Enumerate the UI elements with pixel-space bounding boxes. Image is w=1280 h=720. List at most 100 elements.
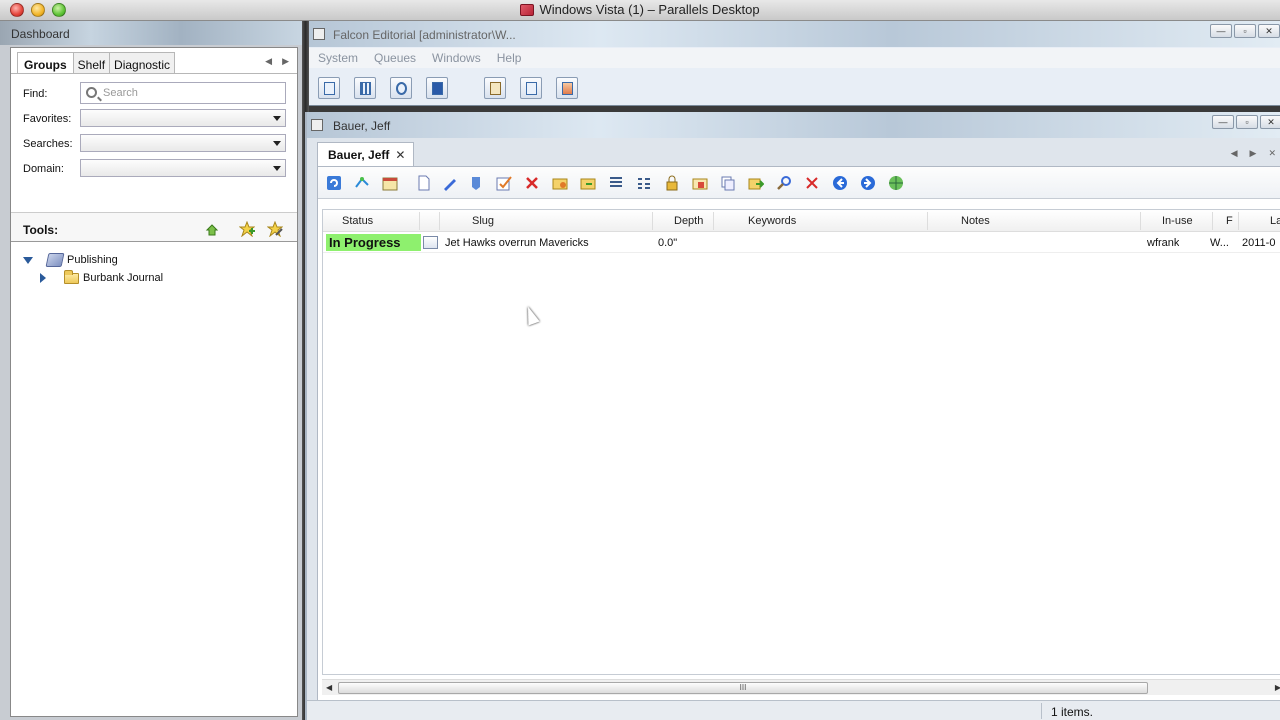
scroll-left-icon[interactable]: ◀: [326, 683, 332, 692]
minimize-button[interactable]: —: [1212, 115, 1234, 129]
document-tabs: Bauer, Jeff ✕: [317, 142, 415, 166]
horizontal-scrollbar[interactable]: ◀ III ▶: [322, 679, 1280, 695]
table-row[interactable]: In Progress Jet Hawks overrun Mavericks …: [323, 233, 1280, 253]
layout-button[interactable]: [354, 77, 376, 99]
refresh-icon[interactable]: [326, 175, 342, 191]
item-count: 1 items.: [1051, 705, 1094, 719]
new-window-button[interactable]: [318, 77, 340, 99]
web-icon[interactable]: [888, 175, 904, 191]
dashboard-body: Groups Shelf Diagnostic ◀ ▶ Find: Search…: [10, 47, 298, 717]
back-icon[interactable]: [832, 175, 848, 191]
story-grid: Status Slug Depth Keywords Notes In-use …: [322, 209, 1280, 675]
domain-dropdown[interactable]: [80, 159, 286, 177]
menu-queues[interactable]: Queues: [374, 51, 416, 65]
menu-help[interactable]: Help: [497, 51, 522, 65]
cell-f: W...: [1210, 237, 1229, 249]
copy-folder-icon[interactable]: [692, 175, 708, 191]
search-input[interactable]: Search: [80, 82, 286, 104]
refresh-group-icon[interactable]: [204, 221, 220, 237]
collapse-icon[interactable]: [23, 256, 33, 264]
tab-diagnostic[interactable]: Diagnostic: [109, 52, 176, 74]
close-tab-icon[interactable]: ✕: [395, 148, 405, 166]
detail-view-icon[interactable]: [636, 175, 652, 191]
system-menu-icon[interactable]: [313, 28, 325, 40]
export-icon[interactable]: [748, 175, 764, 191]
tab-groups[interactable]: Groups: [17, 52, 74, 74]
tree-item-burbank-journal[interactable]: Burbank Journal: [40, 269, 163, 287]
chevron-down-icon: [273, 116, 281, 121]
col-f[interactable]: F: [1226, 215, 1233, 227]
clipboard-icon: [490, 82, 501, 95]
tab-scroll-right-icon[interactable]: ▶: [1250, 148, 1257, 159]
tab-bauer-jeff[interactable]: Bauer, Jeff ✕: [317, 142, 415, 166]
minimize-button[interactable]: —: [1210, 24, 1232, 38]
scroll-thumb[interactable]: III: [338, 682, 1148, 694]
route-icon[interactable]: [354, 175, 370, 191]
tools-bar: Tools:: [11, 212, 297, 242]
maximize-button[interactable]: ▫: [1236, 115, 1258, 129]
search-icon: [86, 87, 97, 98]
check-in-icon[interactable]: [468, 175, 484, 191]
col-notes[interactable]: Notes: [961, 215, 990, 227]
folder-open-icon[interactable]: [552, 175, 568, 191]
add-favorite-icon[interactable]: [239, 221, 255, 237]
menu-windows[interactable]: Windows: [432, 51, 481, 65]
window-icon: [324, 82, 335, 95]
info-button[interactable]: [520, 77, 542, 99]
list-view-icon[interactable]: [608, 175, 624, 191]
col-depth[interactable]: Depth: [674, 215, 703, 227]
publication-icon: [45, 253, 65, 267]
domain-label: Domain:: [23, 163, 64, 175]
new-story-icon[interactable]: [416, 175, 432, 191]
status-bar: 1 items.: [307, 700, 1280, 720]
queue-content: Status Slug Depth Keywords Notes In-use …: [317, 166, 1280, 714]
cell-la: 2011-0: [1242, 237, 1276, 249]
maximize-button[interactable]: ▫: [1234, 24, 1256, 38]
folder-move-icon[interactable]: [580, 175, 596, 191]
falcon-editorial-window: Falcon Editorial [administrator\W... — ▫…: [309, 21, 1280, 106]
col-status[interactable]: Status: [342, 215, 373, 227]
bauer-title-bar: Bauer, Jeff — ▫ ✕: [307, 112, 1280, 138]
find-icon[interactable]: [776, 175, 792, 191]
close-button[interactable]: ✕: [1258, 24, 1280, 38]
edit-icon[interactable]: [442, 175, 458, 191]
tab-scroll-right-icon[interactable]: ▶: [282, 56, 289, 67]
system-menu-icon[interactable]: [311, 119, 323, 131]
bauer-window: Bauer, Jeff — ▫ ✕ Bauer, Jeff ✕ ◀ ▶ ✕ St…: [305, 112, 1280, 720]
menu-system[interactable]: System: [318, 51, 358, 65]
check-edit-icon[interactable]: [496, 175, 512, 191]
col-slug[interactable]: Slug: [472, 215, 494, 227]
chevron-down-icon: [273, 141, 281, 146]
close-all-tabs-icon[interactable]: ✕: [1268, 148, 1276, 159]
col-in-use[interactable]: In-use: [1162, 215, 1193, 227]
expand-icon[interactable]: [40, 273, 46, 283]
lock-icon[interactable]: [664, 175, 680, 191]
scroll-right-icon[interactable]: ▶: [1275, 683, 1280, 692]
search-window-button[interactable]: [390, 77, 412, 99]
favorites-dropdown[interactable]: [80, 109, 286, 127]
tools-label: Tools:: [23, 223, 59, 237]
col-keywords[interactable]: Keywords: [748, 215, 796, 227]
tab-shelf[interactable]: Shelf: [72, 52, 111, 74]
delete-icon[interactable]: [524, 175, 540, 191]
edit-favorite-icon[interactable]: [267, 221, 283, 237]
dashboard-panel: Dashboard Groups Shelf Diagnostic ◀ ▶ Fi…: [0, 21, 302, 720]
image-button[interactable]: [556, 77, 578, 99]
cell-in-use: wfrank: [1147, 237, 1180, 249]
searches-dropdown[interactable]: [80, 134, 286, 152]
attachment-button[interactable]: [426, 77, 448, 99]
grid-header: Status Slug Depth Keywords Notes In-use …: [323, 210, 1280, 232]
tab-scroll-left-icon[interactable]: ◀: [265, 56, 272, 67]
tree-item-publishing[interactable]: Publishing: [23, 251, 118, 269]
col-la[interactable]: La: [1270, 215, 1280, 227]
close-button[interactable]: ✕: [1260, 115, 1280, 129]
clipboard-button[interactable]: [484, 77, 506, 99]
calendar-icon[interactable]: [382, 175, 398, 191]
duplicate-icon[interactable]: [720, 175, 736, 191]
info-icon: [526, 82, 537, 95]
tab-scroll-left-icon[interactable]: ◀: [1231, 148, 1238, 159]
grid-icon: [360, 82, 371, 95]
clear-icon[interactable]: [804, 175, 820, 191]
paperclip-icon: [432, 82, 443, 95]
forward-icon[interactable]: [860, 175, 876, 191]
